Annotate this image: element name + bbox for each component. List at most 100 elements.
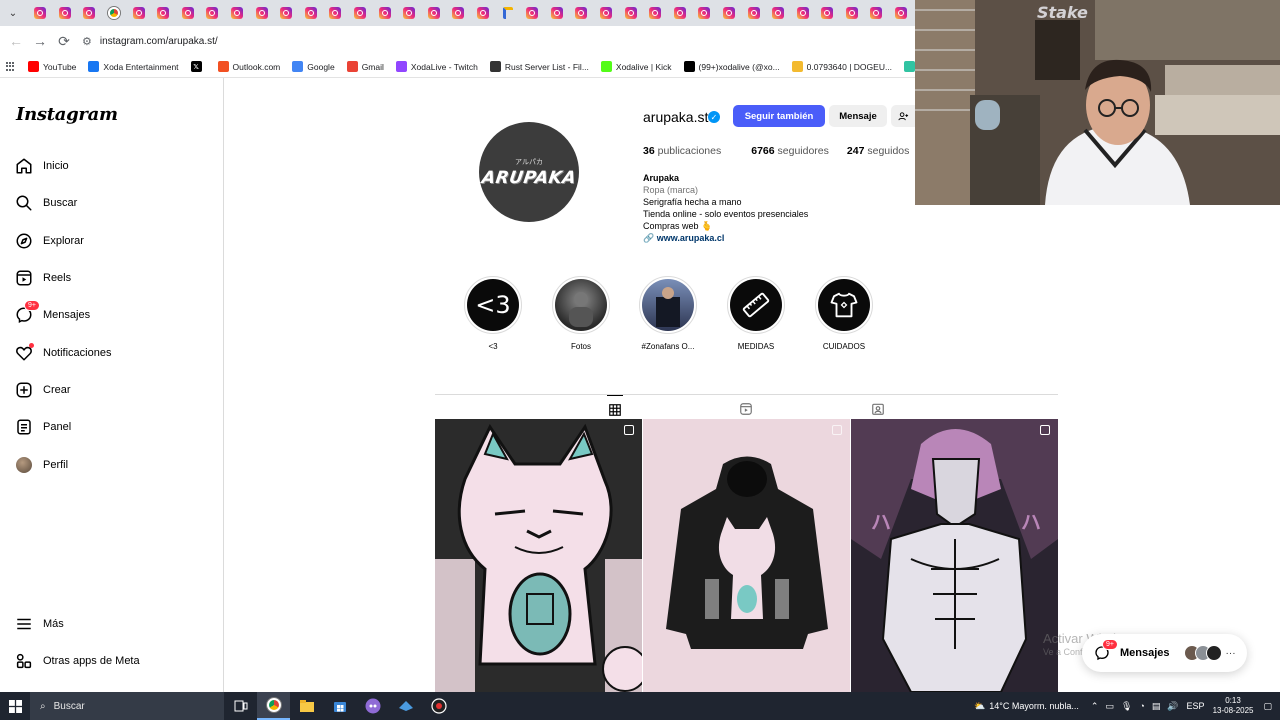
sidebar-item-crear[interactable]: Crear <box>14 375 214 405</box>
tab-tagged[interactable] <box>870 401 886 417</box>
browser-tab-instagram[interactable] <box>77 0 102 26</box>
browser-tab-instagram[interactable] <box>200 0 225 26</box>
highlight-item[interactable]: CUIDADOS <box>809 276 879 351</box>
headset-icon[interactable]: ◔ <box>1139 701 1144 711</box>
browser-tab-instagram[interactable] <box>692 0 717 26</box>
following-count[interactable]: 247 seguidos <box>847 145 909 157</box>
bookmark-item[interactable]: Outlook.com <box>217 61 280 72</box>
bookmark-item[interactable]: Google <box>292 61 335 72</box>
store-icon[interactable] <box>323 692 356 720</box>
instagram-logo[interactable]: Instagram <box>16 104 118 125</box>
browser-tab-instagram[interactable] <box>397 0 422 26</box>
bookmark-item[interactable]: XodaLive - Twitch <box>395 61 478 72</box>
messages-pill[interactable]: 9+ Mensajes ··· <box>1082 634 1247 672</box>
sidebar-item-mas[interactable]: Más <box>14 609 214 639</box>
bookmark-item[interactable]: YouTube <box>28 61 76 72</box>
reload-icon[interactable]: ⟳ <box>52 29 76 53</box>
highlight-item[interactable]: MEDIDAS <box>721 276 791 351</box>
browser-tab-instagram[interactable] <box>372 0 397 26</box>
browser-tab-instagram[interactable] <box>840 0 865 26</box>
microphone-icon[interactable]: 🎙 <box>1121 701 1132 712</box>
browser-tab-instagram[interactable] <box>594 0 619 26</box>
sidebar-item-otras-apps[interactable]: Otras apps de Meta <box>14 646 214 676</box>
obs-icon[interactable] <box>422 692 455 720</box>
browser-tab-instagram[interactable] <box>249 0 274 26</box>
sidebar-item-notificaciones[interactable]: Notificaciones <box>14 338 214 368</box>
highlight-item[interactable]: #Zonafans O... <box>633 276 703 351</box>
apps-grid-icon[interactable] <box>6 61 16 72</box>
clock[interactable]: 0:13 13-08-2025 <box>1213 696 1254 716</box>
sidebar-item-explorar[interactable]: Explorar <box>14 226 214 256</box>
notification-center-icon[interactable]: ▢ <box>1263 701 1272 712</box>
bookmark-item[interactable]: Xodalive | Kick <box>600 61 672 72</box>
steam-icon[interactable] <box>389 692 422 720</box>
follow-button[interactable]: Seguir también <box>733 105 825 127</box>
sidebar-item-mensajes[interactable]: 9+ Mensajes <box>14 300 214 330</box>
windows-start-icon[interactable] <box>0 692 30 720</box>
post-thumbnail[interactable]: ハ ハ <box>851 419 1058 692</box>
tray-chevron-icon[interactable]: ⌃ <box>1091 701 1099 712</box>
bookmark-item[interactable]: Rust Server List - Fil... <box>489 61 589 72</box>
bookmark-item[interactable]: 𝕏 <box>190 61 206 72</box>
browser-tab-instagram[interactable] <box>864 0 889 26</box>
post-thumbnail[interactable] <box>643 419 850 692</box>
sidebar-item-inicio[interactable]: Inicio <box>14 151 214 181</box>
browser-tab-instagram[interactable] <box>176 0 201 26</box>
tab-search-dropdown-icon[interactable]: ⌄ <box>4 4 22 22</box>
bio-link[interactable]: 🔗 www.arupaka.cl <box>643 232 808 244</box>
bookmark-item[interactable]: Gmail <box>346 61 384 72</box>
sidebar-item-perfil[interactable]: Perfil <box>14 450 214 480</box>
browser-tab-instagram[interactable] <box>790 0 815 26</box>
tab-reels[interactable] <box>738 401 754 417</box>
browser-tab-instagram[interactable] <box>643 0 668 26</box>
bookmark-item[interactable]: (99+)xodalive (@xo... <box>683 61 780 72</box>
highlight-item[interactable]: Fotos <box>546 276 616 351</box>
sidebar-item-reels[interactable]: Reels <box>14 263 214 293</box>
site-info-icon[interactable]: ⚙ <box>82 35 92 48</box>
weather-icon[interactable]: ⛅ <box>974 701 985 712</box>
followers-count[interactable]: 6766 seguidores <box>751 145 829 157</box>
profile-picture[interactable]: アルパカ ARUPAKA <box>479 122 579 222</box>
browser-tab-instagram[interactable] <box>544 0 569 26</box>
browser-tab-instagram[interactable] <box>126 0 151 26</box>
chrome-taskbar-icon[interactable] <box>257 692 290 720</box>
message-button[interactable]: Mensaje <box>829 105 887 127</box>
sidebar-item-panel[interactable]: Panel <box>14 412 214 442</box>
sidebar-item-buscar[interactable]: Buscar <box>14 188 214 218</box>
browser-tab-instagram[interactable] <box>667 0 692 26</box>
browser-tab-instagram[interactable] <box>569 0 594 26</box>
volume-icon[interactable]: 🔊 <box>1167 701 1178 712</box>
post-thumbnail[interactable] <box>435 419 642 692</box>
address-bar[interactable]: ⚙ instagram.com/arupaka.st/ <box>82 29 902 53</box>
browser-tab-instagram[interactable] <box>28 0 53 26</box>
browser-tab-instagram[interactable] <box>323 0 348 26</box>
browser-tab-instagram[interactable] <box>225 0 250 26</box>
browser-tab-instagram[interactable] <box>717 0 742 26</box>
discord-icon[interactable] <box>356 692 389 720</box>
bookmark-item[interactable]: 0.0793640 | DOGEU... <box>791 61 892 72</box>
browser-tab-instagram[interactable] <box>471 0 496 26</box>
network-icon[interactable]: ▤ <box>1152 701 1161 712</box>
browser-tab-instagram[interactable] <box>741 0 766 26</box>
browser-tab-instagram[interactable] <box>815 0 840 26</box>
language-indicator[interactable]: ESP <box>1187 701 1205 711</box>
back-arrow-icon[interactable]: ← <box>4 29 28 53</box>
suggest-people-icon[interactable] <box>891 105 915 127</box>
weather-text[interactable]: 14°C Mayorm. nubla... <box>989 701 1079 711</box>
forward-arrow-icon[interactable]: → <box>28 29 52 53</box>
file-explorer-icon[interactable] <box>290 692 323 720</box>
browser-tab-instagram[interactable] <box>299 0 324 26</box>
browser-tab-instagram[interactable] <box>520 0 545 26</box>
browser-tab-instagram[interactable] <box>53 0 78 26</box>
task-view-icon[interactable] <box>224 692 257 720</box>
taskbar-search-box[interactable]: ⌕ Buscar <box>30 692 224 720</box>
browser-tab-instagram[interactable] <box>151 0 176 26</box>
highlight-item[interactable]: <3 <3 <box>458 276 528 351</box>
browser-tab-instagram[interactable] <box>766 0 791 26</box>
browser-tab-instagram[interactable] <box>274 0 299 26</box>
browser-tab-instagram[interactable] <box>618 0 643 26</box>
browser-tab-instagram[interactable] <box>348 0 373 26</box>
battery-icon[interactable]: ▭ <box>1105 701 1114 712</box>
browser-tab[interactable] <box>495 0 520 26</box>
browser-tab-instagram[interactable] <box>446 0 471 26</box>
